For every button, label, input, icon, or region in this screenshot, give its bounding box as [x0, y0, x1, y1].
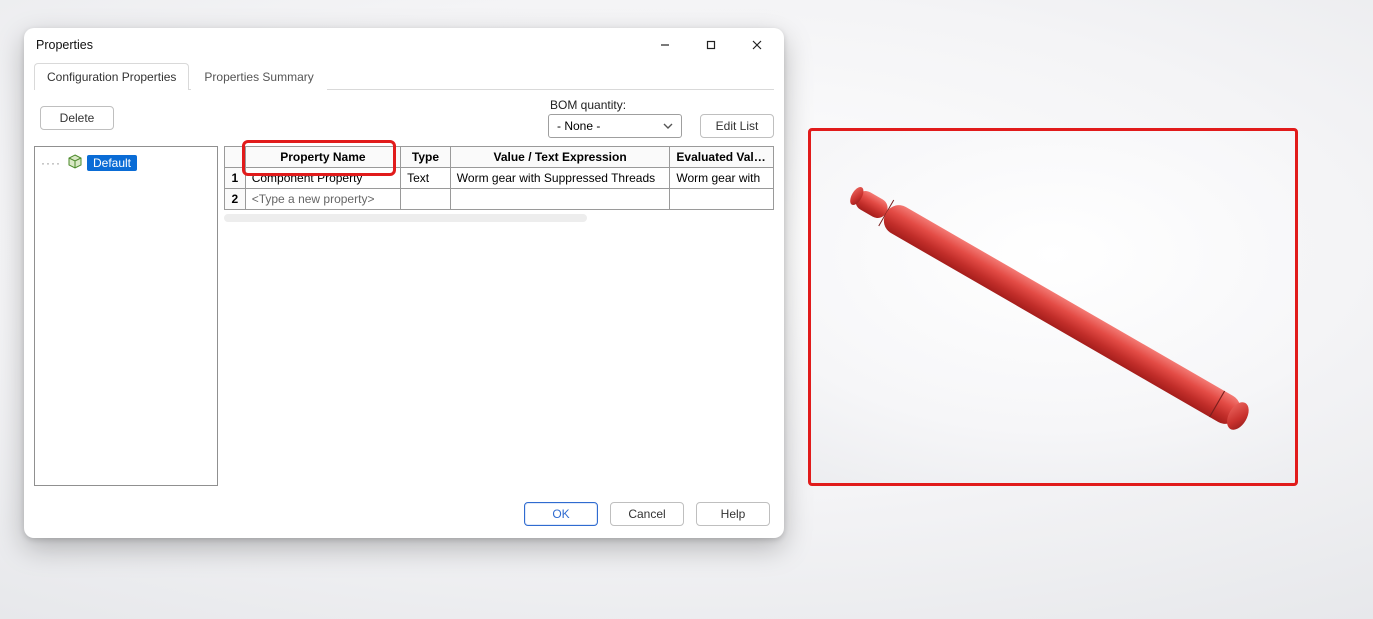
header-property-name[interactable]: Property Name	[246, 147, 401, 168]
cell-property-name[interactable]: Component Property	[246, 168, 401, 189]
chevron-down-icon	[661, 121, 675, 131]
cell-evaluated	[670, 189, 774, 210]
bom-quantity-select[interactable]: - None -	[548, 114, 682, 138]
ok-button[interactable]: OK	[524, 502, 598, 526]
window-title: Properties	[36, 38, 93, 52]
row-number: 2	[225, 189, 246, 210]
properties-table[interactable]: Property Name Type Value / Text Expressi…	[224, 146, 774, 210]
tree-branch-icon: ····	[41, 156, 61, 170]
cell-type[interactable]: Text	[401, 168, 451, 189]
table-row[interactable]: 2 <Type a new property>	[225, 189, 774, 210]
top-controls: Delete BOM quantity: - None - Edit List	[34, 96, 774, 146]
cell-value[interactable]: Worm gear with Suppressed Threads	[451, 168, 671, 189]
bom-quantity-value: - None -	[557, 119, 600, 133]
header-type[interactable]: Type	[401, 147, 451, 168]
tree-item-default[interactable]: ···· Default	[41, 153, 211, 173]
tab-configuration-properties[interactable]: Configuration Properties	[34, 63, 189, 90]
cell-new-property-placeholder[interactable]: <Type a new property>	[246, 189, 401, 210]
table-header-row: Property Name Type Value / Text Expressi…	[225, 147, 774, 168]
maximize-button[interactable]	[688, 30, 734, 60]
help-button[interactable]: Help	[696, 502, 770, 526]
properties-table-panel: Property Name Type Value / Text Expressi…	[224, 146, 774, 486]
table-row[interactable]: 1 Component Property Text Worm gear with…	[225, 168, 774, 189]
properties-dialog: Properties Configuration Properties Prop…	[24, 28, 784, 538]
cell-type[interactable]	[401, 189, 451, 210]
tree-item-label: Default	[87, 155, 137, 171]
dialog-footer: OK Cancel Help	[24, 492, 784, 538]
configuration-cube-icon	[67, 154, 83, 173]
bom-quantity-group: BOM quantity: - None - Edit List	[548, 98, 774, 138]
tab-properties-summary[interactable]: Properties Summary	[191, 63, 326, 90]
minimize-button[interactable]	[642, 30, 688, 60]
close-button[interactable]	[734, 30, 780, 60]
dialog-content: Delete BOM quantity: - None - Edit List	[24, 96, 784, 492]
cell-evaluated: Worm gear with	[670, 168, 774, 189]
cell-value[interactable]	[451, 189, 671, 210]
configuration-tree[interactable]: ···· Default	[34, 146, 218, 486]
tabs: Configuration Properties Properties Summ…	[34, 62, 774, 90]
middle-panels: ···· Default	[34, 146, 774, 492]
header-evaluated[interactable]: Evaluated Value	[670, 147, 774, 168]
cancel-button[interactable]: Cancel	[610, 502, 684, 526]
edit-list-button[interactable]: Edit List	[700, 114, 774, 138]
row-number: 1	[225, 168, 246, 189]
bom-quantity-label: BOM quantity:	[550, 98, 626, 112]
shaft-graphic	[811, 131, 1298, 486]
titlebar: Properties	[24, 28, 784, 62]
delete-button[interactable]: Delete	[40, 106, 114, 130]
preview-viewport[interactable]	[808, 128, 1298, 486]
header-value[interactable]: Value / Text Expression	[451, 147, 671, 168]
horizontal-scrollbar[interactable]	[224, 214, 587, 222]
